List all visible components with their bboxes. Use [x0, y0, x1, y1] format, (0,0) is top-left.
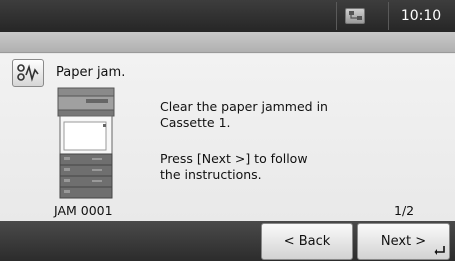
title-strip [0, 32, 455, 53]
enter-return-icon [434, 246, 445, 255]
screen: 10:10 Paper jam. Clear the paper jammed … [0, 0, 455, 261]
status-divider [388, 2, 389, 30]
network-status-icon[interactable] [345, 8, 365, 24]
instruction-line: Clear the paper jammed in [160, 99, 328, 114]
page-indicator: 1/2 [394, 203, 415, 218]
instruction-clear-jam: Clear the paper jammed in Cassette 1. [160, 99, 360, 131]
clock: 10:10 [400, 8, 442, 24]
back-button[interactable]: < Back [261, 223, 353, 260]
status-bar: 10:10 [0, 0, 455, 32]
status-divider [336, 2, 337, 30]
back-button-label: < Back [283, 233, 331, 249]
instruction-line: Cassette 1. [160, 115, 231, 130]
printer-illustration [57, 87, 115, 199]
jam-code: JAM 0001 [54, 203, 113, 218]
message-title: Paper jam. [56, 65, 126, 80]
instruction-line: the instructions. [160, 167, 262, 182]
message-panel: Paper jam. Clear the paper jammed in Cas… [0, 54, 455, 221]
next-button-label: Next > [380, 233, 427, 249]
next-button[interactable]: Next > [357, 223, 450, 260]
bottom-bar: < Back Next > [0, 221, 455, 261]
instruction-press-next: Press [Next >] to follow the instruction… [160, 151, 360, 183]
instruction-line: Press [Next >] to follow [160, 151, 308, 166]
paper-jam-icon [12, 59, 44, 87]
